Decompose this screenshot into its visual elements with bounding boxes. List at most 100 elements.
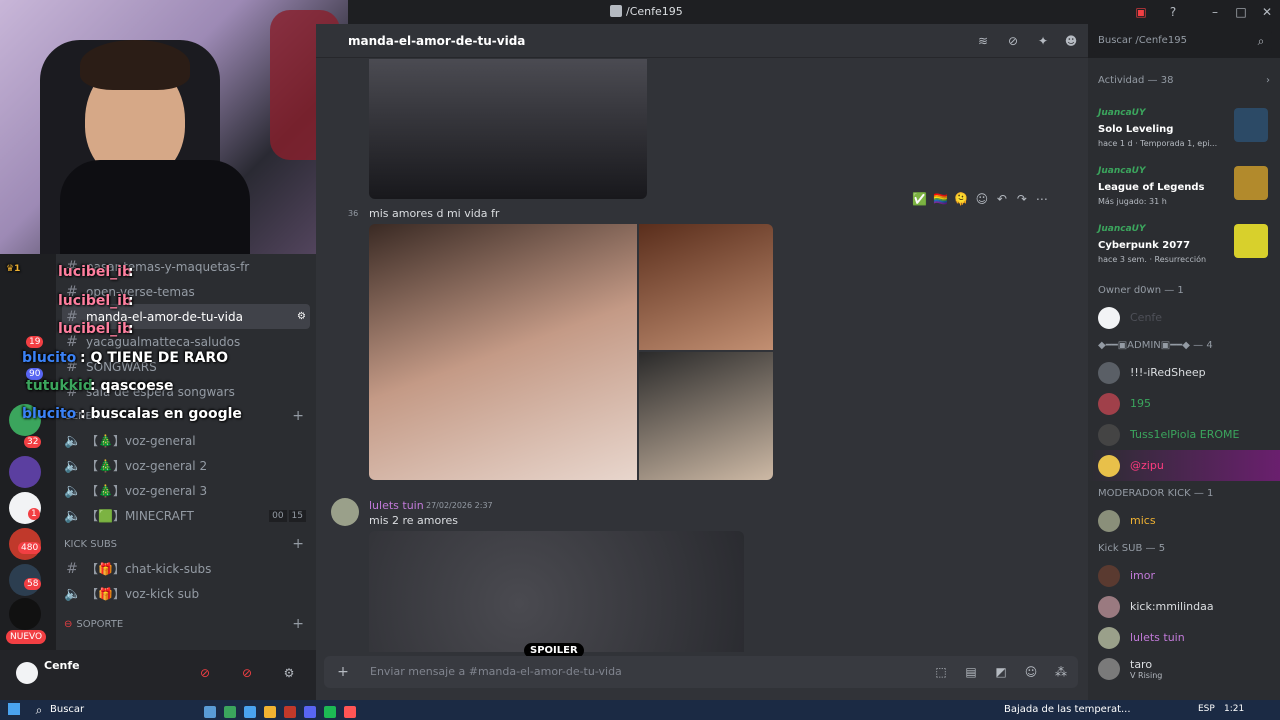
reaction[interactable]: 🏳️‍🌈 — [933, 192, 948, 206]
settings-icon[interactable]: ⚙ — [282, 666, 296, 680]
speaker-icon: 🔈 — [64, 432, 82, 449]
member-name: @zipu — [1130, 459, 1164, 472]
help-icon[interactable]: ? — [1166, 5, 1180, 19]
app-icon[interactable] — [304, 705, 316, 718]
voice-channel[interactable]: 🔈 【🎄】voz-general 2 — [56, 453, 316, 478]
spoiler-image[interactable]: SPOILER — [369, 531, 744, 658]
speaker-icon: 🔈 — [64, 457, 82, 474]
app-icon[interactable] — [224, 705, 236, 718]
message-text: mis amores d mi vida fr — [369, 207, 500, 220]
reaction[interactable]: 🫠 — [954, 192, 969, 206]
message-text: mis 2 re amores — [369, 514, 459, 527]
server-icon[interactable] — [9, 456, 41, 488]
member-item[interactable]: lulets tuin — [1088, 622, 1280, 653]
activity-player: JuancaUY — [1098, 108, 1146, 118]
notification-icon[interactable]: ⊘ — [1006, 34, 1020, 48]
category-kick-subs[interactable]: KICK SUBS + — [56, 532, 316, 556]
member-item[interactable]: Tuss1elPiola EROME — [1088, 419, 1280, 450]
headphones-muted-icon[interactable]: ⊘ — [240, 666, 254, 680]
message-author[interactable]: lulets tuin — [369, 499, 424, 512]
members-icon[interactable]: ☻ — [1064, 34, 1078, 48]
user-name: Cenfe — [44, 659, 80, 672]
sticker-icon[interactable]: ◩ — [994, 665, 1008, 679]
avatar — [1098, 454, 1120, 477]
minimize-icon[interactable]: – — [1208, 5, 1222, 19]
activity-card[interactable]: JuancaUY League of Legends Más jugado: 31 … — [1094, 160, 1274, 214]
gif-icon[interactable]: ▤ — [964, 665, 978, 679]
apps-icon[interactable]: ⁂ — [1054, 665, 1068, 679]
add-channel-icon[interactable]: + — [292, 536, 304, 552]
taskbar-search[interactable]: Buscar — [50, 704, 84, 715]
avatar — [1098, 595, 1120, 618]
activity-card[interactable]: JuancaUY Cyberpunk 2077 hace 3 sem. · Resu… — [1094, 218, 1274, 272]
member-item[interactable]: Cenfe — [1088, 302, 1280, 333]
message-image[interactable] — [369, 59, 647, 199]
member-item[interactable]: taro V Rising — [1088, 653, 1280, 684]
app-icon[interactable] — [344, 705, 356, 718]
add-channel-icon[interactable]: + — [292, 616, 304, 632]
message-image[interactable] — [369, 224, 637, 480]
mic-muted-icon[interactable]: ⊘ — [198, 666, 212, 680]
member-name: Cenfe — [1130, 311, 1163, 324]
app-icon[interactable] — [204, 705, 216, 718]
add-reaction-icon[interactable]: ☺ — [975, 192, 989, 206]
invite-icon[interactable]: ⚙ — [297, 311, 306, 322]
app-icon[interactable] — [264, 705, 276, 718]
member-item[interactable]: 195 — [1088, 388, 1280, 419]
reaction[interactable]: ✅ — [912, 192, 927, 206]
server-icon[interactable] — [9, 598, 41, 630]
message-image[interactable] — [639, 224, 773, 350]
member-name: mics — [1130, 514, 1156, 527]
reply-icon[interactable]: ↶ — [995, 192, 1009, 206]
activity-card[interactable]: JuancaUY Solo Leveling hace 1 d · Temporad… — [1094, 102, 1274, 156]
forward-icon[interactable]: ↷ — [1015, 192, 1029, 206]
add-attachment-icon[interactable]: + — [336, 665, 350, 679]
activity-header[interactable]: Actividad — 38 › — [1088, 58, 1280, 102]
message-image[interactable] — [639, 352, 773, 480]
message-timestamp: 27/02/2026 2:37 — [426, 501, 493, 510]
search-input[interactable]: Buscar /Cenfe195 ⌕ — [1092, 30, 1272, 52]
avatar[interactable] — [16, 662, 38, 684]
voice-channel[interactable]: 🔈 【🎁】voz-kick sub — [56, 581, 316, 606]
threads-icon[interactable]: ≋ — [976, 34, 990, 48]
more-icon[interactable]: ⋯ — [1035, 192, 1049, 206]
role-header: Owner d0wn — 1 — [1098, 284, 1184, 296]
member-name: !!!-iRedSheep — [1130, 366, 1206, 379]
member-item[interactable]: mics — [1088, 505, 1280, 536]
stream-chat-text: : — [128, 264, 134, 280]
member-name: Tuss1elPiola EROME — [1130, 428, 1240, 441]
member-name: taro — [1130, 657, 1153, 671]
search-icon[interactable]: ⌕ — [32, 703, 46, 717]
member-item[interactable]: !!!-iRedSheep — [1088, 357, 1280, 388]
app-icon[interactable] — [284, 705, 296, 718]
inbox-icon[interactable]: ▣ — [1134, 5, 1148, 19]
gift-icon[interactable]: ⬚ — [934, 665, 948, 679]
app-icon[interactable] — [244, 705, 256, 718]
windows-start-icon[interactable] — [8, 703, 20, 715]
channel-label: 【🎄】voz-general 2 — [86, 459, 208, 473]
chat-area: manda-el-amor-de-tu-vida ≋ ⊘ ✦ ☻ 36 mis … — [316, 24, 1088, 700]
emoji-icon[interactable]: ☺ — [1024, 665, 1038, 679]
voice-channel[interactable]: 🔈 【🎄】voz-general 3 — [56, 478, 316, 503]
category-label: SOPORTE — [76, 618, 124, 630]
member-item[interactable]: kick:mmilindaa — [1088, 591, 1280, 622]
role-header: MODERADOR KICK — 1 — [1098, 487, 1214, 499]
maximize-icon[interactable]: □ — [1234, 5, 1248, 19]
avatar[interactable] — [331, 498, 359, 526]
language[interactable]: ESP — [1198, 704, 1215, 714]
pin-icon[interactable]: ✦ — [1036, 34, 1050, 48]
add-channel-icon[interactable]: + — [292, 408, 304, 424]
chevron-right-icon[interactable]: › — [1266, 75, 1270, 86]
member-item[interactable]: @zipu — [1088, 450, 1280, 481]
weather-status[interactable]: Bajada de las temperat... — [1004, 704, 1131, 715]
category-soporte[interactable]: ⊖ SOPORTE + — [56, 612, 316, 636]
app-icon[interactable] — [324, 705, 336, 718]
member-item[interactable]: imor — [1088, 560, 1280, 591]
voice-channel[interactable]: 🔈 【🎄】voz-general — [56, 428, 316, 453]
voice-channel[interactable]: 🔈 【🟩】MINECRAFT 00 15 — [56, 503, 316, 528]
search-placeholder: Buscar /Cenfe195 — [1098, 35, 1187, 46]
channel-item[interactable]: # 【🎁】chat-kick-subs — [56, 556, 316, 581]
message-input[interactable]: + Enviar mensaje a #manda-el-amor-de-tu-… — [324, 656, 1078, 688]
clock[interactable]: 1:21 — [1224, 704, 1244, 714]
close-icon[interactable]: ✕ — [1260, 5, 1274, 19]
